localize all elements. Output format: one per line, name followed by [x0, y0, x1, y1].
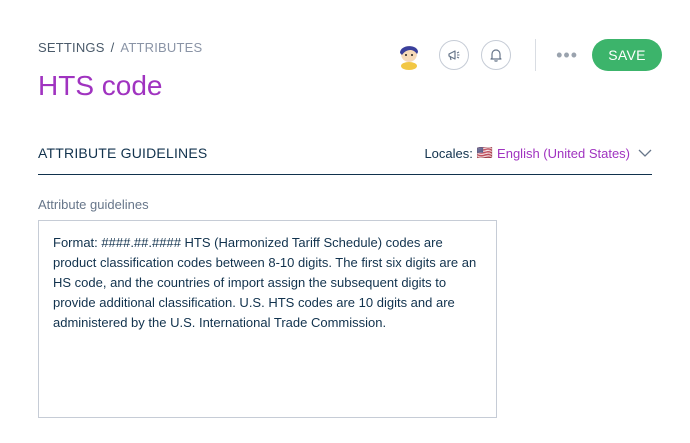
toolbar-divider — [535, 39, 537, 71]
breadcrumb-settings[interactable]: SETTINGS — [38, 40, 105, 55]
save-button[interactable]: SAVE — [592, 39, 662, 71]
chevron-down-icon — [638, 149, 652, 157]
section-header: ATTRIBUTE GUIDELINES Locales: 🇺🇸 English… — [38, 140, 652, 175]
announcements-button[interactable] — [439, 40, 470, 70]
locale-value: English (United States) — [497, 145, 630, 161]
attribute-guidelines-textarea[interactable]: Format: ####.##.#### HTS (Harmonized Tar… — [38, 220, 497, 418]
attribute-guidelines-label: Attribute guidelines — [38, 197, 149, 212]
locales-label: Locales: — [424, 145, 473, 161]
locale-selector[interactable]: Locales: 🇺🇸 English (United States) — [424, 145, 652, 161]
user-avatar-icon[interactable] — [393, 39, 425, 71]
breadcrumb-separator: / — [110, 40, 115, 55]
us-flag-icon: 🇺🇸 — [476, 145, 494, 160]
breadcrumb-attributes[interactable]: ATTRIBUTES — [120, 40, 202, 55]
toolbar: ••• SAVE — [393, 38, 662, 72]
megaphone-icon — [448, 50, 460, 61]
section-title: ATTRIBUTE GUIDELINES — [38, 145, 208, 161]
breadcrumb: SETTINGS / ATTRIBUTES — [38, 40, 202, 55]
more-options-icon[interactable]: ••• — [556, 45, 578, 66]
notifications-button[interactable] — [481, 40, 512, 70]
page-title: HTS code — [38, 70, 163, 101]
bell-icon — [490, 49, 502, 62]
